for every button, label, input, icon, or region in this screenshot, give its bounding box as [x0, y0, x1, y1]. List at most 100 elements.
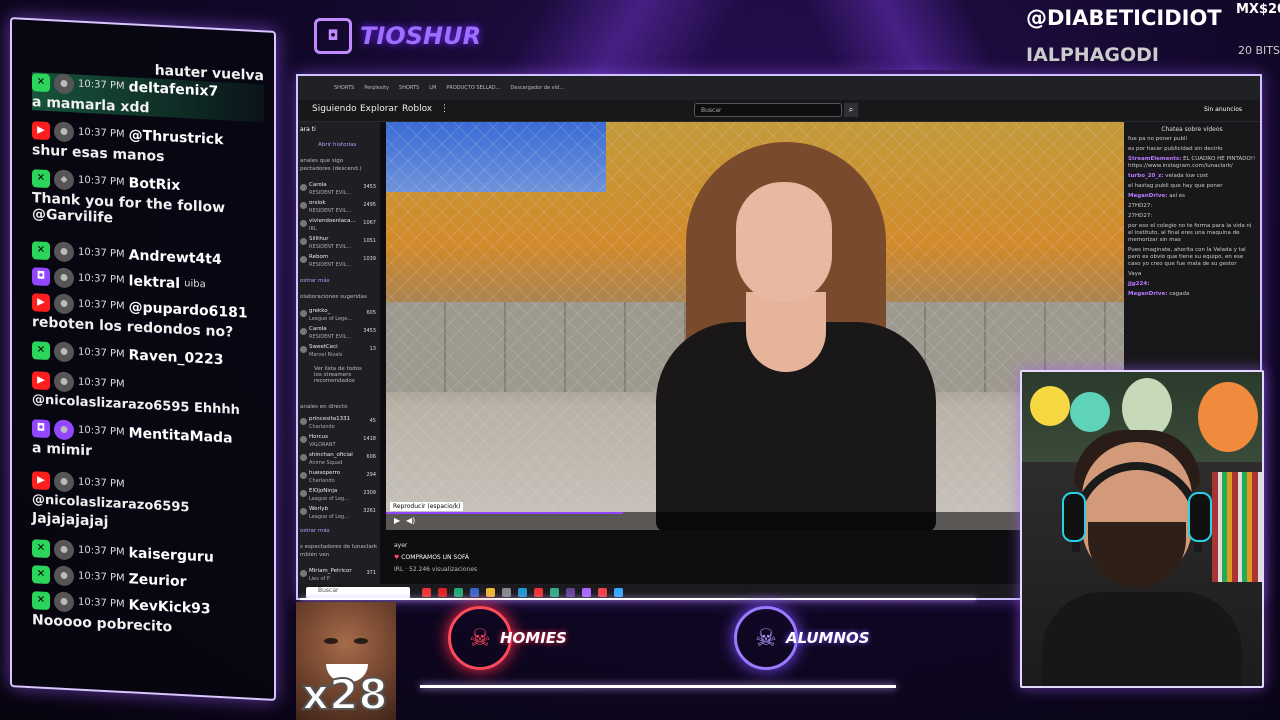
sidebar-for-you: ara ti: [300, 126, 316, 133]
youtube-icon: ▶: [32, 121, 50, 141]
light-beam: [803, 0, 997, 70]
sidebar-channel[interactable]: ElOjoNinja League of Leg... 2309: [300, 488, 378, 506]
video-chat-username: turbo_20_z:: [1128, 173, 1164, 179]
nav-more-button[interactable]: ⋮: [440, 104, 449, 114]
video-progress-bar[interactable]: [386, 512, 623, 514]
app-icon[interactable]: [534, 588, 543, 597]
app-icon[interactable]: [598, 588, 607, 597]
chat-username: deltafenix7: [128, 79, 219, 100]
chat-message: ✕ ◆ 10:37 PM BotRix Thank you for the follo…: [32, 168, 264, 234]
donation-amount: MX$20: [1236, 2, 1280, 17]
avatar: [300, 202, 307, 209]
channel-category: RESIDENT EVIL...: [309, 334, 352, 340]
video-chat-message: Vaya: [1128, 271, 1256, 278]
opera-icon[interactable]: [438, 588, 447, 597]
browser-tab-bar: SHORTS Perplexity SHORTS LM PRODUCTO SEL…: [298, 76, 1260, 100]
homies-label: HOMIES: [500, 629, 567, 647]
sidebar-channel[interactable]: Horcus VALORANT 1418: [300, 434, 378, 452]
avatar: [300, 418, 307, 425]
search-icon[interactable]: ⌕: [844, 103, 858, 117]
app-icon[interactable]: [518, 588, 527, 597]
avatar: ●: [54, 419, 74, 441]
viewer-count: 1418: [363, 436, 376, 442]
video-chat-username: jjg224:: [1128, 281, 1150, 287]
avatar: ●: [54, 371, 74, 393]
chat-username: MentitaMada: [128, 425, 233, 447]
avatar: [300, 454, 307, 461]
sidebar-channel[interactable]: grekko_ League of Lege... 605: [300, 308, 378, 326]
chat-message: ▶ ● 10:37 PM @Thrustrick shur esas manos: [32, 120, 264, 170]
viewer-count: 13: [369, 346, 376, 352]
play-icon[interactable]: ▶: [394, 516, 400, 525]
browser-tab[interactable]: SHORTS: [399, 85, 419, 91]
charmander-plush: [1198, 382, 1258, 452]
show-more-link[interactable]: ostrar más: [300, 528, 330, 534]
sidebar-channel[interactable]: shinchan_oficial Anime Squad 606: [300, 452, 378, 470]
edge-icon[interactable]: [454, 588, 463, 597]
sidebar-channel[interactable]: Werlyb League of Leg... 3261: [300, 506, 378, 524]
sidebar-channel[interactable]: viviendoenlaca... IRL 1067: [300, 218, 378, 236]
sidebar-channel[interactable]: Reborn RESIDENT EVIL... 1039: [300, 254, 378, 272]
nav-explore[interactable]: Explorar: [360, 104, 398, 114]
avatar: [300, 310, 307, 317]
chat-message: ✕ ● 10:37 PM Raven_0223: [32, 340, 264, 372]
channel-name: Carola: [309, 182, 327, 188]
chat-time: 10:37 PM: [78, 346, 125, 361]
avatar: ●: [54, 73, 74, 95]
bits-username: IALPHAGODI: [1026, 44, 1159, 66]
ad-free-button[interactable]: Sin anuncios: [1204, 106, 1242, 113]
video-player[interactable]: [386, 122, 1126, 530]
app-icon[interactable]: [566, 588, 575, 597]
nav-roblox[interactable]: Roblox: [402, 104, 432, 114]
open-stories-button[interactable]: Abrir historias: [318, 142, 356, 148]
sidebar-channel[interactable]: princesita1331 Charlando 45: [300, 416, 378, 434]
avatar: ●: [54, 341, 74, 363]
browser-tab[interactable]: Descargador de víd...: [510, 85, 564, 91]
chat-time: 10:37 PM: [78, 126, 125, 141]
browser-tab[interactable]: PRODUCTO SELLAD...: [446, 85, 500, 91]
channel-name: Miriam_Petricor: [309, 568, 352, 574]
chat-username: @pupardo6181: [128, 299, 248, 322]
app-icon[interactable]: [582, 588, 591, 597]
avatar: [300, 570, 307, 577]
chat-username: KevKick93: [128, 597, 211, 618]
video-chat-text: 27HD27:: [1128, 203, 1153, 209]
channel-category: Anime Squad: [309, 460, 343, 466]
sidebar-channel[interactable]: orslok RESIDENT EVIL... 2495: [300, 200, 378, 218]
video-chat-message: jjg224:: [1128, 281, 1256, 288]
video-meta: IRL · 52.246 visualizaciones: [394, 566, 478, 573]
squirtle-plush: [1070, 392, 1110, 432]
sidebar-channel[interactable]: Carola RESIDENT EVIL... 3453: [300, 326, 378, 344]
show-more-link[interactable]: ostrar más: [300, 278, 330, 284]
video-chat-message: Pues imaginate, ahorita con la Velada y …: [1128, 247, 1256, 268]
plush-toy: [1122, 378, 1172, 438]
search-placeholder: Buscar: [701, 107, 722, 114]
alumnos-label: ALUMNOS: [786, 629, 870, 647]
chat-time: 10:37 PM: [78, 376, 125, 391]
sidebar-channel[interactable]: Carola RESIDENT EVIL... 3453: [300, 182, 378, 200]
chrome-icon[interactable]: [550, 588, 559, 597]
scene-shape: [1062, 492, 1086, 542]
scene-shape: [1212, 472, 1262, 582]
browser-tab[interactable]: SHORTS: [334, 85, 354, 91]
chat-time: 10:37 PM: [78, 78, 125, 93]
sidebar-channel[interactable]: SilIthur RESIDENT EVIL... 1051: [300, 236, 378, 254]
app-icon[interactable]: [614, 588, 623, 597]
brave-icon[interactable]: [422, 588, 431, 597]
video-controls[interactable]: ▶ ◀): [386, 512, 1126, 530]
sidebar-channel[interactable]: huesoperro Charlando 294: [300, 470, 378, 488]
app-icon[interactable]: [470, 588, 479, 597]
chat-time: 10:37 PM: [78, 476, 125, 491]
see-all-link[interactable]: Ver lista de todos los streamers recomen…: [314, 366, 370, 384]
sidebar-channel[interactable]: SweetCeci Marvel Rivals 13: [300, 344, 378, 362]
folder-icon[interactable]: [486, 588, 495, 597]
kick-icon: ✕: [32, 565, 50, 585]
search-input[interactable]: Buscar: [694, 103, 842, 117]
nav-following[interactable]: Siguiendo: [312, 104, 357, 114]
browser-tab[interactable]: LM: [429, 85, 436, 91]
app-icon[interactable]: [502, 588, 511, 597]
browser-tab[interactable]: Perplexity: [364, 85, 389, 91]
chat-username: @Thrustrick: [128, 127, 224, 149]
scene-shape: [1042, 592, 1242, 686]
volume-icon[interactable]: ◀): [406, 516, 415, 525]
